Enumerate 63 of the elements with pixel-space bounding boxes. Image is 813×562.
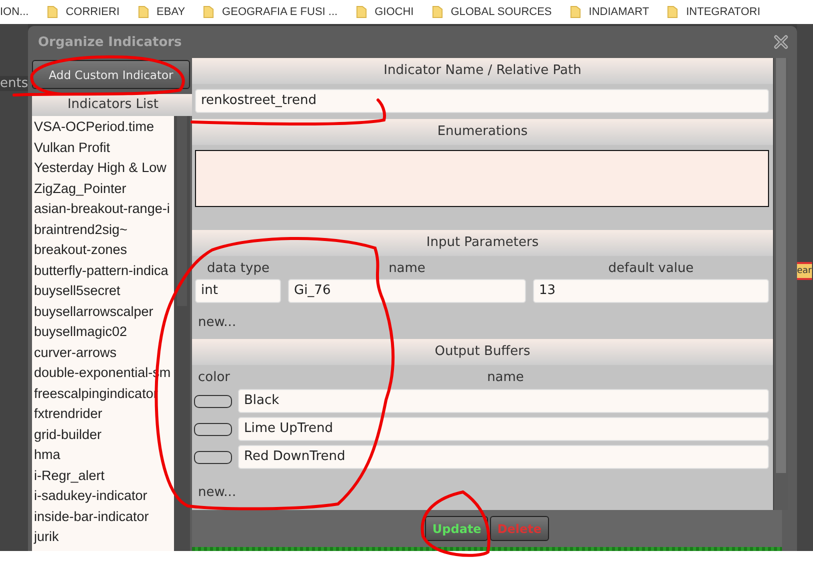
buffer-name-field[interactable]: Black — [238, 389, 769, 413]
folder-icon — [138, 5, 149, 19]
update-button[interactable]: Update — [425, 516, 488, 541]
default-value-field[interactable]: 13 — [533, 279, 769, 303]
folder-icon — [667, 5, 678, 19]
section-header: Output Buffers — [192, 339, 773, 365]
new-link[interactable]: new... — [198, 485, 236, 500]
indicator-item[interactable]: Yesterday High & Low — [34, 158, 174, 178]
indicator-item[interactable]: asian-breakout-range-i — [34, 199, 174, 220]
bookmark-link[interactable]: GLOBAL SOURCES — [450, 6, 552, 18]
close-icon[interactable] — [773, 34, 789, 50]
column-label: name — [388, 261, 426, 276]
column-label: name — [486, 370, 525, 385]
indicator-item[interactable]: breakout-zones — [34, 240, 174, 260]
buffer-name-field[interactable]: Lime UpTrend — [238, 417, 769, 441]
background-tag: ear — [797, 262, 812, 280]
bookmark-link[interactable]: INDIAMART — [588, 6, 650, 18]
indicator-item[interactable]: fxtrendrider — [34, 404, 174, 424]
section-header: Enumerations — [192, 119, 773, 145]
indicator-item[interactable]: jurik — [34, 527, 174, 548]
indicator-item[interactable]: buysellarrowscalper — [34, 302, 174, 322]
color-swatch[interactable] — [194, 394, 232, 408]
bookmark-link[interactable]: GEOGRAFIA E FUSI ... — [222, 6, 338, 18]
indicator-item[interactable]: hma — [34, 445, 174, 466]
indicator-item[interactable]: grid-builder — [34, 424, 174, 445]
bookmark-link[interactable]: ION... — [0, 6, 29, 18]
indicator-item[interactable]: inside-bar-indicator — [34, 506, 174, 527]
bookmark-link[interactable]: CORRIERI — [66, 6, 120, 18]
window-title: Organize Indicators — [38, 34, 182, 50]
bookmark-link[interactable]: INTEGRATORI — [686, 6, 760, 18]
column-label: data type — [206, 261, 270, 276]
indicator-item[interactable]: Vulkan Profit — [34, 138, 174, 158]
add-custom-indicator-button[interactable]: Add Custom Indicator — [32, 60, 190, 89]
folder-icon — [432, 5, 443, 19]
enumerations-box[interactable] — [195, 150, 769, 207]
indicator-item[interactable]: buysell5secret — [34, 281, 174, 302]
indicator-item[interactable]: VSA-OCPeriod.time — [34, 117, 174, 138]
background-text: ents — [0, 76, 28, 91]
name-field[interactable]: Gi_76 — [288, 279, 526, 303]
folder-icon — [203, 5, 214, 19]
column-label: default value — [607, 261, 695, 276]
indicator-item[interactable]: curver-arrows — [34, 342, 174, 363]
section-header: Indicator Name / Relative Path — [192, 58, 773, 84]
color-swatch[interactable] — [194, 422, 232, 436]
folder-icon — [46, 5, 58, 19]
new-link[interactable]: new... — [198, 315, 236, 330]
column-label: color — [197, 370, 232, 385]
name-field[interactable]: renkostreet_trend — [195, 89, 769, 113]
list-header: Indicators List — [32, 94, 194, 116]
indicator-item[interactable]: ZigZag_Pointer — [34, 178, 174, 199]
indicator-item[interactable]: butterfly-pattern-indica — [34, 260, 174, 281]
folder-icon — [356, 5, 367, 19]
indicator-item[interactable]: i-sadukey-indicator — [34, 486, 174, 506]
indicator-item[interactable]: braintrend2sig~ — [34, 220, 174, 240]
section-header: Input Parameters — [192, 230, 773, 256]
indicator-item[interactable]: i-Regr_alert — [34, 466, 174, 486]
type-field[interactable]: int — [195, 279, 281, 303]
bookmark-link[interactable]: GIOCHI — [374, 6, 414, 18]
indicator-item[interactable]: buysellmagic02 — [34, 322, 174, 342]
buffer-name-field[interactable]: Red DownTrend — [238, 445, 769, 469]
color-swatch[interactable] — [194, 450, 232, 464]
bookmark-link[interactable]: EBAY — [156, 6, 186, 18]
folder-icon — [570, 5, 581, 19]
